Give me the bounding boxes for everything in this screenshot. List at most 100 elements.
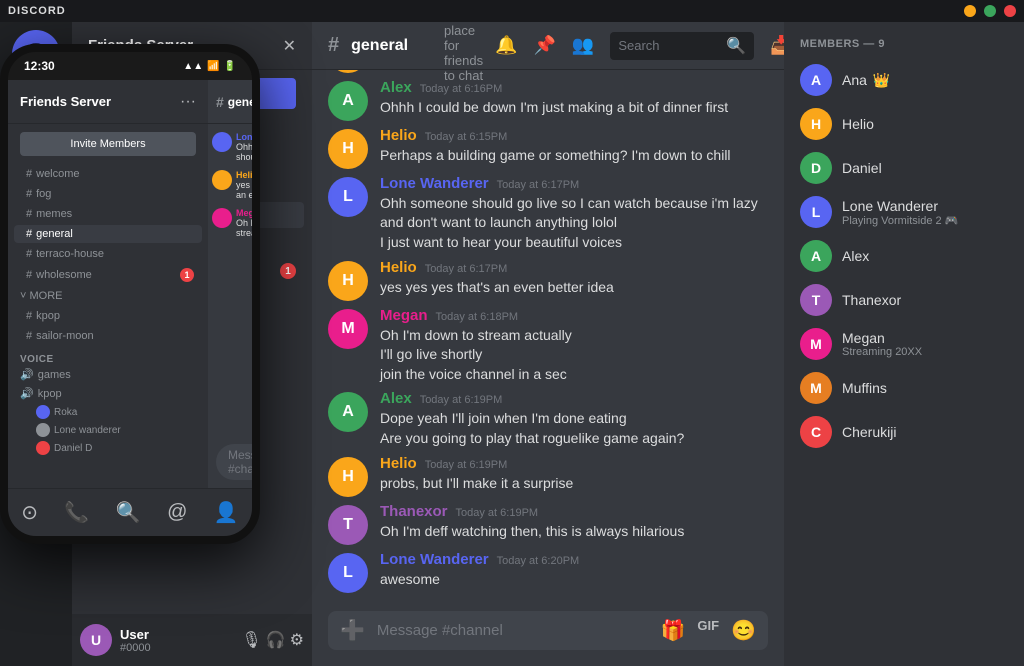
member-name: Thanexor: [842, 292, 901, 308]
hash-icon: #: [26, 330, 32, 342]
member-item[interactable]: L Lone Wanderer Playing Vormitside 2 🎮: [792, 190, 1016, 234]
phone-chat-input[interactable]: Message #channel: [216, 444, 252, 480]
search-box[interactable]: 🔍: [610, 32, 754, 60]
gif-icon[interactable]: GIF: [697, 618, 719, 643]
message-timestamp: Today at 6:18PM: [436, 311, 519, 323]
phone-channel-sailor-moon[interactable]: # sailor-moon: [14, 327, 202, 345]
mic-icon[interactable]: 🎙: [241, 630, 261, 650]
message-group: L Lone Wanderer Today at 6:20PM awesome: [312, 549, 784, 595]
message-header: Thanexor Today at 6:19PM: [380, 503, 768, 520]
message-author[interactable]: Alex: [380, 79, 412, 96]
member-item[interactable]: M Muffins: [792, 366, 1016, 410]
phone-server-header[interactable]: Friends Server ···: [8, 80, 208, 124]
phone-more-label[interactable]: ˅ MORE: [8, 286, 208, 306]
chevron-down-icon: ✕: [283, 36, 296, 56]
members-icon[interactable]: 👥: [572, 35, 594, 56]
member-item[interactable]: H Helio: [792, 102, 1016, 146]
phone-channel-terraco[interactable]: # terraco-house: [14, 245, 202, 263]
member-avatar: D: [800, 152, 832, 184]
member-item[interactable]: A Ana 👑: [792, 58, 1016, 102]
message-content: Alex Today at 6:16PM Ohhh I could be dow…: [380, 79, 768, 121]
message-author[interactable]: Helio: [380, 259, 417, 276]
phone-search-icon[interactable]: 🔍: [116, 500, 141, 525]
phone-channel-welcome[interactable]: # welcome: [14, 165, 202, 183]
wifi-icon: ▲▲: [183, 61, 203, 72]
minimize-btn[interactable]: [964, 5, 976, 17]
hash-icon: #: [26, 228, 32, 240]
phone-status-bar: 12:30 ▲▲ 📶 🔋: [8, 52, 252, 80]
message-group: T Thanexor Today at 6:19PM Oh I'm deff w…: [312, 501, 784, 547]
message-content: Thanexor Today at 6:19PM Oh I'm deff wat…: [380, 503, 768, 545]
message-avatar: H: [328, 457, 368, 497]
message-avatar: H: [328, 129, 368, 169]
message-input-actions: 🎁 GIF 😊: [661, 618, 756, 643]
member-item[interactable]: M Megan Streaming 20XX: [792, 322, 1016, 366]
search-icon: 🔍: [726, 36, 746, 56]
phone-channel-general[interactable]: # general: [14, 225, 202, 243]
member-item[interactable]: T Thanexor: [792, 278, 1016, 322]
members-header: MEMBERS — 9: [792, 38, 1016, 50]
message-avatar: H: [328, 70, 368, 73]
phone-home-icon[interactable]: ⊙: [21, 500, 38, 525]
member-item[interactable]: D Daniel: [792, 146, 1016, 190]
hash-icon: #: [26, 310, 32, 322]
message-author[interactable]: Lone Wanderer: [380, 551, 489, 568]
phone-channel-kpop[interactable]: # kpop: [14, 307, 202, 325]
close-btn[interactable]: [1004, 5, 1016, 17]
phone-input-placeholder: Message #channel: [228, 448, 252, 476]
battery-icon: 🔋: [224, 61, 236, 72]
message-author[interactable]: Lone Wanderer: [380, 175, 489, 192]
maximize-btn[interactable]: [984, 5, 996, 17]
phone-invite-btn[interactable]: Invite Members: [20, 132, 196, 156]
speaker-icon: 🔊: [20, 387, 34, 400]
phone-voice-games[interactable]: 🔊 games: [20, 365, 196, 384]
member-status: Streaming 20XX: [842, 346, 922, 358]
phone-ellipsis-icon[interactable]: ···: [180, 93, 196, 111]
window-controls[interactable]: [964, 5, 1016, 17]
phone-voice-member-lone: Lone wanderer: [20, 421, 196, 439]
message-author[interactable]: Alex: [380, 390, 412, 407]
message-input-area: ➕ 🎁 GIF 😊: [312, 611, 784, 666]
phone-channel-wholesome[interactable]: # wholesome 1: [14, 265, 202, 285]
phone-mention-icon[interactable]: @: [167, 501, 187, 524]
search-input[interactable]: [618, 38, 718, 53]
inbox-icon[interactable]: 📥: [770, 35, 784, 56]
message-content: Lone Wanderer Today at 6:17PM Ohh someon…: [380, 175, 768, 253]
message-author[interactable]: Helio: [380, 127, 417, 144]
gift-icon[interactable]: 🎁: [661, 618, 686, 643]
username: User: [120, 627, 233, 642]
phone-user-icon[interactable]: 👤: [214, 500, 239, 525]
phone-channel-fog[interactable]: # fog: [14, 185, 202, 203]
member-name: Alex: [842, 248, 869, 264]
member-avatar: A: [800, 64, 832, 96]
message-input-box: ➕ 🎁 GIF 😊: [328, 611, 768, 650]
headset-icon[interactable]: 🎧: [266, 630, 286, 650]
message-input[interactable]: [377, 611, 649, 650]
phone-voice-member-daniel: Daniel D: [20, 439, 196, 457]
message-header: Alex Today at 6:19PM: [380, 390, 768, 407]
emoji-icon[interactable]: 😊: [731, 618, 756, 643]
message-author[interactable]: Megan: [380, 307, 428, 324]
message-author[interactable]: Thanexor: [380, 503, 448, 520]
member-item[interactable]: A Alex: [792, 234, 1016, 278]
member-name: Cherukiji: [842, 424, 896, 440]
phone-msg-content: Helio yes yes yes that's an even better …: [236, 170, 252, 200]
pin-icon[interactable]: 📌: [533, 35, 555, 56]
message-avatar: H: [328, 261, 368, 301]
phone-message: Lone Wanderer Ohh someone should go live…: [212, 128, 252, 166]
member-avatar: L: [800, 196, 832, 228]
phone-voice-kpop[interactable]: 🔊 kpop: [20, 384, 196, 403]
member-info: Lone Wanderer Playing Vormitside 2 🎮: [842, 198, 958, 227]
settings-icon[interactable]: ⚙: [290, 630, 304, 650]
message-author[interactable]: Helio: [380, 455, 417, 472]
notification-icon[interactable]: 🔔: [495, 35, 517, 56]
add-attachment-icon[interactable]: ➕: [340, 618, 365, 643]
hash-icon: #: [26, 208, 32, 220]
phone-channel-memes[interactable]: # memes: [14, 205, 202, 223]
member-item[interactable]: C Cherukiji: [792, 410, 1016, 454]
member-info: Alex: [842, 248, 869, 264]
user-panel-actions[interactable]: 🎙 🎧 ⚙: [241, 630, 304, 650]
phone-voice-member-roka: Roka: [20, 403, 196, 421]
phone-call-icon[interactable]: 📞: [64, 500, 89, 525]
channel-hash-icon: #: [328, 34, 339, 57]
